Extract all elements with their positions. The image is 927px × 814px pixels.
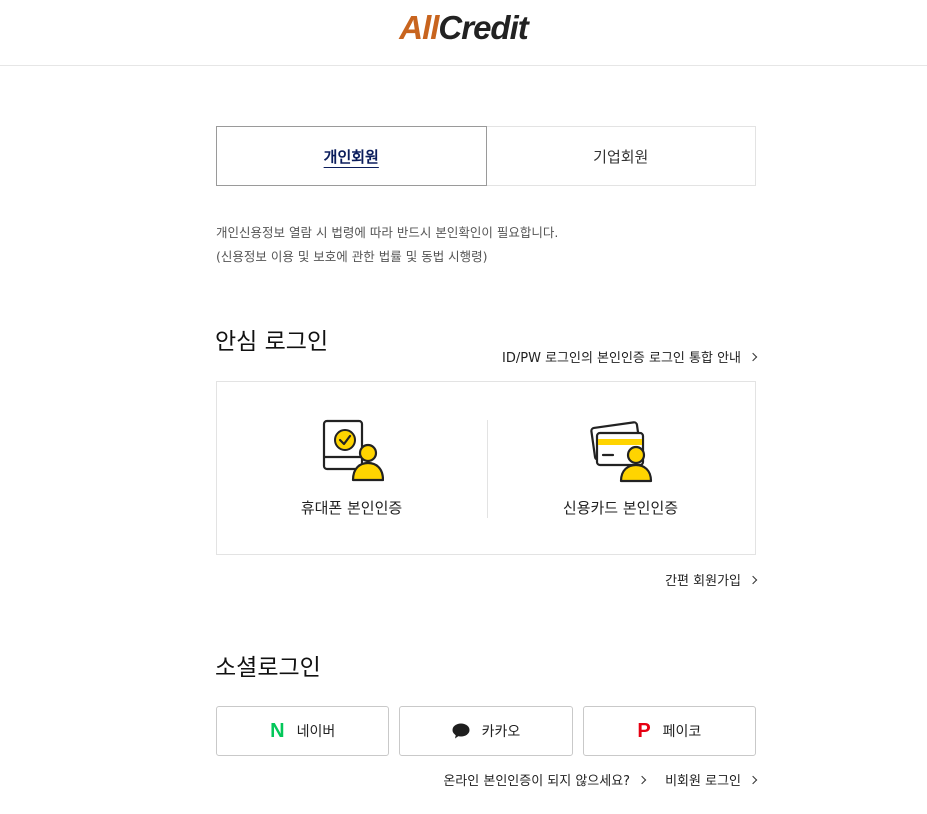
payco-icon: P [637, 719, 651, 742]
credit-card-verify-button[interactable]: 신용카드 본인인증 [486, 382, 755, 554]
naver-label: 네이버 [296, 724, 336, 740]
verification-notice: 개인신용정보 열람 시 법령에 따라 반드시 본인확인이 필요합니다. (신용정… [216, 221, 558, 269]
tab-corporate-member[interactable]: 기업회원 [486, 126, 756, 186]
easy-signup-label: 간편 회원가입 [665, 574, 741, 589]
chevron-right-icon [637, 775, 647, 785]
login-guide-label: ID/PW 로그인의 본인인증 로그인 통합 안내 [502, 351, 741, 366]
payco-label: 페이코 [662, 724, 702, 740]
chevron-right-icon [748, 352, 758, 362]
credit-card-verify-icon [589, 421, 652, 483]
naver-login-button[interactable]: N 네이버 [216, 706, 390, 756]
chevron-right-icon [748, 575, 758, 585]
header: AllCredit [0, 0, 927, 66]
social-login-buttons: N 네이버 카카오 P 페이코 [216, 706, 756, 756]
member-type-tabs: 개인회원 기업회원 [216, 126, 756, 186]
bottom-links: 온라인 본인인증이 되지 않으세요? 비회원 로그인 [443, 770, 758, 789]
logo-credit: Credit [438, 9, 528, 46]
kakao-login-button[interactable]: 카카오 [399, 706, 573, 756]
naver-icon: N [270, 719, 285, 742]
notice-line-1: 개인신용정보 열람 시 법령에 따라 반드시 본인확인이 필요합니다. [216, 225, 559, 240]
login-guide-link[interactable]: ID/PW 로그인의 본인인증 로그인 통합 안내 [502, 347, 758, 366]
notice-line-2: (신용정보 이용 및 보호에 관한 법률 및 동법 시행령) [216, 249, 488, 264]
phone-verify-button[interactable]: 휴대폰 본인인증 [217, 382, 486, 554]
tab-personal-member[interactable]: 개인회원 [216, 126, 487, 186]
easy-signup-link[interactable]: 간편 회원가입 [665, 570, 758, 589]
payco-login-button[interactable]: P 페이코 [582, 706, 756, 756]
allcredit-logo[interactable]: AllCredit [0, 9, 927, 47]
phone-verify-icon [322, 419, 384, 482]
guest-login-label: 비회원 로그인 [665, 774, 741, 789]
chevron-right-icon [748, 775, 758, 785]
phone-verify-label: 휴대폰 본인인증 [300, 499, 403, 517]
online-verify-help-label: 온라인 본인인증이 되지 않으세요? [443, 774, 631, 789]
safe-login-title: 안심 로그인 [215, 329, 329, 355]
safe-login-options: 휴대폰 본인인증 신용카드 본인인증 [216, 381, 756, 555]
kakao-icon [452, 723, 470, 739]
kakao-label: 카카오 [481, 724, 521, 740]
credit-card-verify-label: 신용카드 본인인증 [562, 499, 679, 517]
guest-login-link[interactable]: 비회원 로그인 [665, 770, 758, 789]
social-login-title: 소셜로그인 [215, 655, 321, 681]
logo-all: All [399, 9, 439, 46]
online-verify-help-link[interactable]: 온라인 본인인증이 되지 않으세요? [443, 770, 647, 789]
